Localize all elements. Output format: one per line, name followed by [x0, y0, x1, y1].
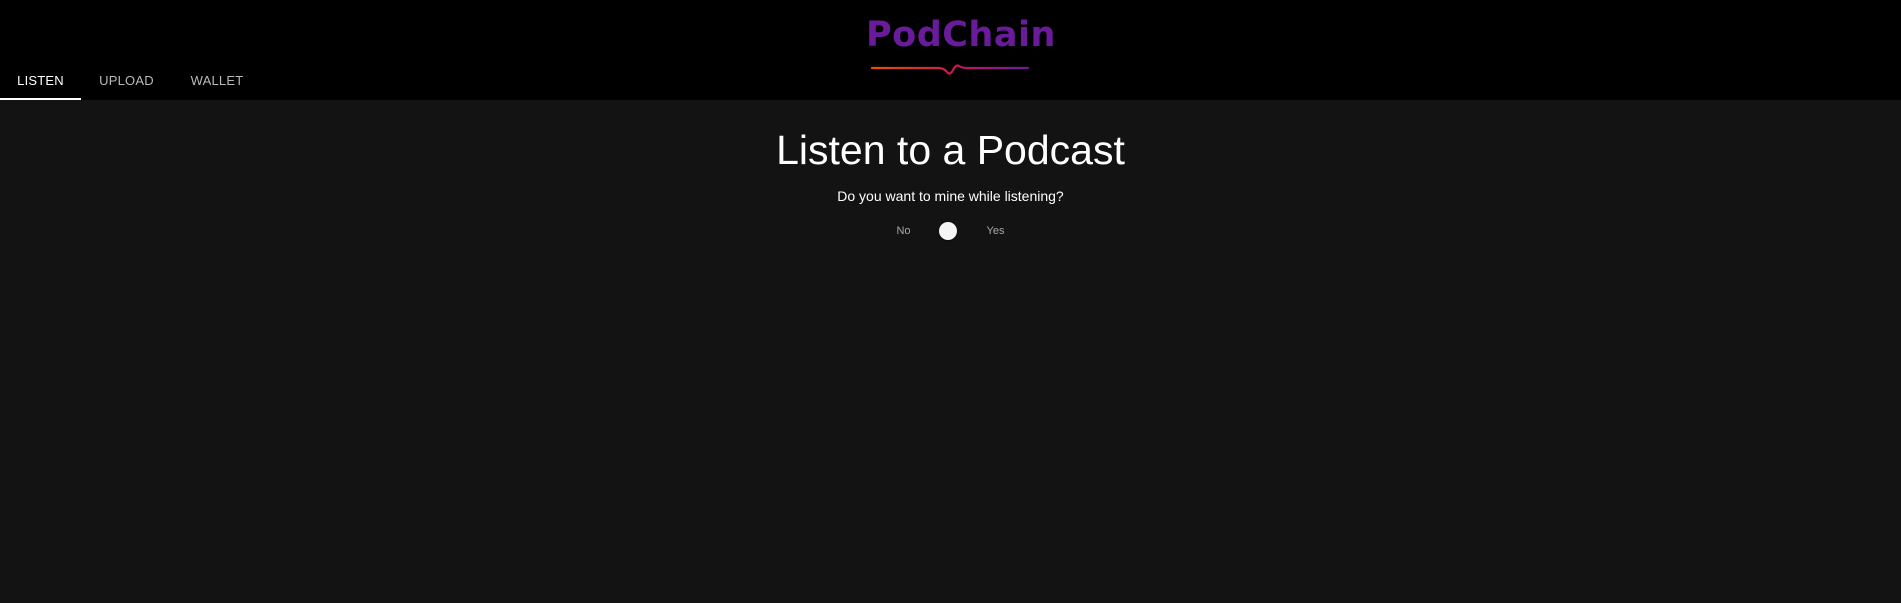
tab-upload[interactable]: UPLOAD	[81, 60, 172, 100]
mine-toggle: No Yes	[0, 220, 1901, 242]
podchain-logo: PodChain	[866, 14, 1055, 75]
tab-listen-label: LISTEN	[17, 72, 64, 88]
logo-text: PodChain	[866, 15, 1056, 55]
tab-upload-label: UPLOAD	[99, 72, 154, 88]
toggle-label-no: No	[896, 225, 911, 237]
nav-tabs: LISTEN UPLOAD WALLET	[0, 60, 262, 100]
page-title: Listen to a Podcast	[776, 127, 1125, 173]
switch-thumb[interactable]	[938, 222, 957, 240]
toggle-label-yes: Yes	[986, 225, 1005, 237]
tab-wallet-label: WALLET	[190, 72, 244, 88]
logo-wave-icon	[870, 64, 1030, 75]
main-content: Listen to a Podcast Do you want to mine …	[0, 100, 1901, 603]
tab-listen[interactable]: LISTEN	[0, 60, 81, 100]
app-bar: PodChain LISTEN UPLOAD WALLET	[0, 0, 1901, 100]
mine-question: Do you want to mine while listening?	[837, 188, 1064, 204]
tab-wallet[interactable]: WALLET	[172, 60, 262, 100]
mine-switch[interactable]	[923, 220, 981, 242]
